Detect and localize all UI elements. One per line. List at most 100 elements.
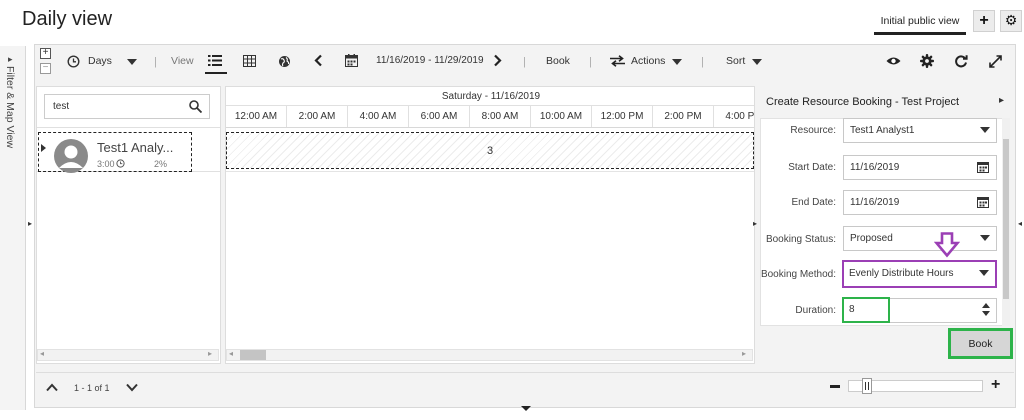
toolbar-divider: | — [701, 56, 704, 68]
duration-decrement-icon[interactable] — [982, 311, 990, 316]
resource-select-value: Test1 Analyst1 — [850, 125, 915, 136]
date-range-label[interactable]: 11/16/2019 - 11/29/2019 — [376, 55, 484, 66]
globe-map-icon[interactable] — [278, 55, 291, 68]
expand-filter-icon[interactable]: ▸ — [8, 54, 13, 65]
book-button[interactable]: Book — [948, 328, 1013, 359]
time-column-header: 10:00 AM — [531, 106, 592, 127]
time-header-row: 12:00 AM 2:00 AM 4:00 AM 6:00 AM 8:00 AM 10:0… — [226, 106, 754, 128]
calendar-icon[interactable] — [345, 54, 358, 67]
pager-label: 1 - 1 of 1 — [74, 383, 110, 393]
expand-row-icon[interactable] — [41, 144, 46, 152]
time-column-header: 6:00 AM — [409, 106, 470, 127]
expand-all-button[interactable]: + — [40, 48, 51, 59]
end-date-calendar-icon[interactable] — [977, 196, 989, 208]
booking-method-value: Evenly Distribute Hours — [849, 268, 954, 279]
booking-status-value: Proposed — [850, 233, 893, 244]
zoom-out-icon[interactable] — [830, 385, 840, 388]
form-scroll-thumb[interactable] — [1003, 139, 1009, 299]
resource-search-input[interactable]: test — [44, 94, 210, 119]
list-view-icon[interactable] — [208, 54, 222, 67]
schedule-scroll-thumb[interactable] — [240, 350, 266, 360]
end-date-input[interactable]: 11/16/2019 — [843, 190, 997, 215]
scroll-right-arrow[interactable]: ▸ — [208, 349, 212, 358]
toolbar-divider: | — [523, 56, 526, 68]
actions-dropdown[interactable]: Actions — [631, 55, 665, 67]
days-dropdown[interactable]: Days — [88, 55, 112, 67]
panel-expand-chevron-icon[interactable]: ▸ — [999, 95, 1004, 106]
scroll-left-arrow[interactable]: ◂ — [40, 349, 44, 358]
start-date-calendar-icon[interactable] — [977, 161, 989, 173]
settings-gear-button[interactable]: ⚙ — [1000, 10, 1022, 32]
collapse-all-button[interactable]: − — [40, 63, 51, 74]
booking-status-label: Booking Status: — [765, 234, 836, 245]
booking-status-select[interactable]: Proposed — [843, 226, 997, 251]
booking-form — [760, 118, 1008, 326]
page-up-chevron-icon[interactable] — [46, 383, 58, 392]
booking-method-label: Booking Method: — [760, 269, 836, 280]
toolbar-divider: | — [154, 56, 157, 68]
time-column-header: 12:00 PM — [592, 106, 653, 127]
booking-count: 3 — [486, 145, 494, 157]
purple-down-arrow-annotation — [934, 232, 960, 258]
refresh-icon[interactable] — [954, 54, 968, 68]
next-chevron-icon[interactable] — [493, 54, 502, 67]
settings-gear-icon[interactable] — [920, 54, 934, 68]
duration-label: Duration: — [795, 305, 836, 316]
method-chevron-down-icon[interactable] — [979, 270, 989, 276]
sort-dropdown[interactable]: Sort — [726, 55, 745, 67]
time-column-header: 2:00 PM — [653, 106, 714, 127]
end-date-value: 11/16/2019 — [850, 197, 900, 208]
status-chevron-down-icon[interactable] — [980, 235, 990, 241]
booking-panel-title: Create Resource Booking - Test Project — [766, 96, 959, 108]
actions-chevron-down-icon[interactable] — [672, 59, 682, 65]
duration-input[interactable]: 8 — [842, 297, 890, 323]
booking-method-select[interactable]: Evenly Distribute Hours — [842, 260, 997, 288]
schedule-scrollbar[interactable] — [226, 349, 753, 361]
duration-increment-icon[interactable] — [982, 303, 990, 308]
sort-chevron-down-icon[interactable] — [752, 59, 762, 65]
resource-chevron-down-icon[interactable] — [980, 127, 990, 133]
avatar — [54, 139, 88, 173]
time-column-header: 4:00 PM — [714, 106, 754, 127]
grid-view-icon[interactable] — [243, 55, 256, 67]
start-date-input[interactable]: 11/16/2019 — [843, 155, 997, 180]
toolbar-divider: | — [589, 56, 592, 68]
resource-name[interactable]: Test1 Analy... — [97, 140, 173, 155]
add-view-button[interactable]: + — [973, 10, 995, 32]
resource-list-scrollbar[interactable] — [37, 349, 219, 361]
resource-select[interactable]: Test1 Analyst1 — [843, 118, 997, 143]
small-clock-icon — [116, 159, 125, 168]
schedule-scroll-right-arrow[interactable]: ▸ — [742, 349, 746, 358]
end-date-label: End Date: — [791, 197, 836, 208]
collapse-right-pane-icon[interactable]: ▸ — [753, 219, 757, 228]
fullscreen-expand-icon[interactable] — [989, 55, 1002, 68]
row-divider — [226, 171, 754, 172]
clock-icon — [67, 55, 80, 68]
search-icon[interactable] — [189, 100, 202, 113]
previous-chevron-icon[interactable] — [314, 54, 323, 67]
zoom-in-icon[interactable]: + — [991, 376, 1000, 394]
zoom-slider-handle[interactable] — [862, 378, 872, 394]
collapse-bottom-icon[interactable] — [521, 406, 531, 411]
page-title: Daily view — [22, 8, 113, 30]
list-divider — [37, 127, 220, 128]
time-column-header: 4:00 AM — [348, 106, 409, 127]
eye-icon[interactable] — [886, 56, 901, 66]
date-header: Saturday - 11/16/2019 — [226, 87, 754, 106]
page-down-chevron-icon[interactable] — [126, 383, 138, 392]
outer-collapse-icon[interactable]: ◂ — [1018, 219, 1022, 228]
time-column-header: 2:00 AM — [287, 106, 348, 127]
view-label: View — [171, 55, 194, 67]
swap-arrows-icon[interactable] — [610, 55, 625, 67]
filter-map-view-label[interactable]: Filter & Map View — [4, 66, 16, 148]
toolbar-book-button[interactable]: Book — [546, 55, 570, 67]
tab-initial-public-view[interactable]: Initial public view — [874, 10, 966, 35]
days-chevron-down-icon[interactable] — [127, 59, 137, 65]
resource-hours: 3:00 — [97, 159, 115, 169]
schedule-grid: Saturday - 11/16/2019 12:00 AM 2:00 AM 4:0… — [225, 86, 755, 364]
list-view-active-indicator — [205, 72, 227, 74]
schedule-scroll-left-arrow[interactable]: ◂ — [229, 349, 233, 358]
start-date-value: 11/16/2019 — [850, 162, 900, 173]
collapse-left-pane-icon[interactable]: ▸ — [28, 219, 32, 228]
booking-block[interactable]: 3 — [226, 132, 754, 169]
